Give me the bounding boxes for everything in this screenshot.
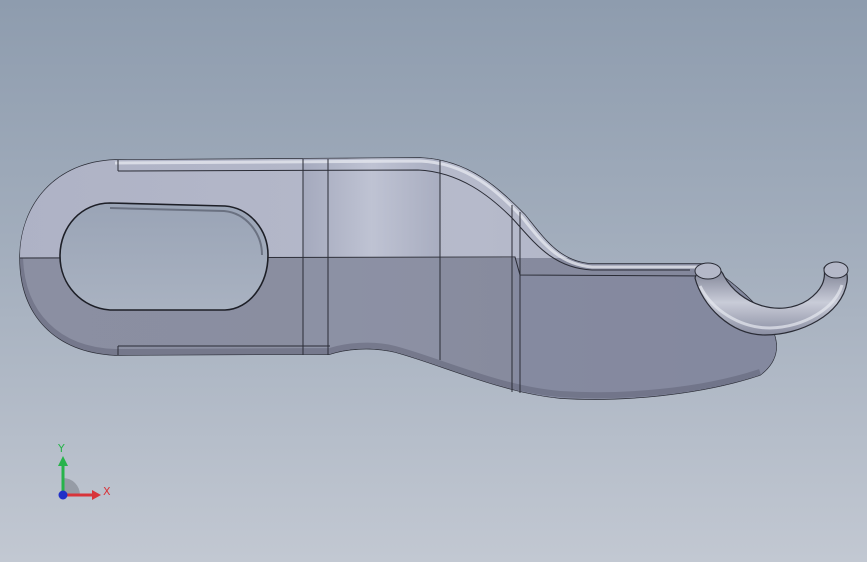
graphics-viewport[interactable]: Y X [0, 0, 867, 562]
y-axis-label: Y [58, 442, 65, 455]
reference-triad: Y X [48, 440, 118, 510]
z-axis-dot [58, 490, 68, 500]
y-axis-arrowhead [58, 456, 68, 466]
part-body[interactable] [0, 150, 867, 408]
x-axis-label: X [103, 485, 111, 498]
part-model[interactable] [0, 0, 867, 562]
x-axis-arrowhead [92, 490, 101, 500]
slot-hole [59, 202, 269, 311]
